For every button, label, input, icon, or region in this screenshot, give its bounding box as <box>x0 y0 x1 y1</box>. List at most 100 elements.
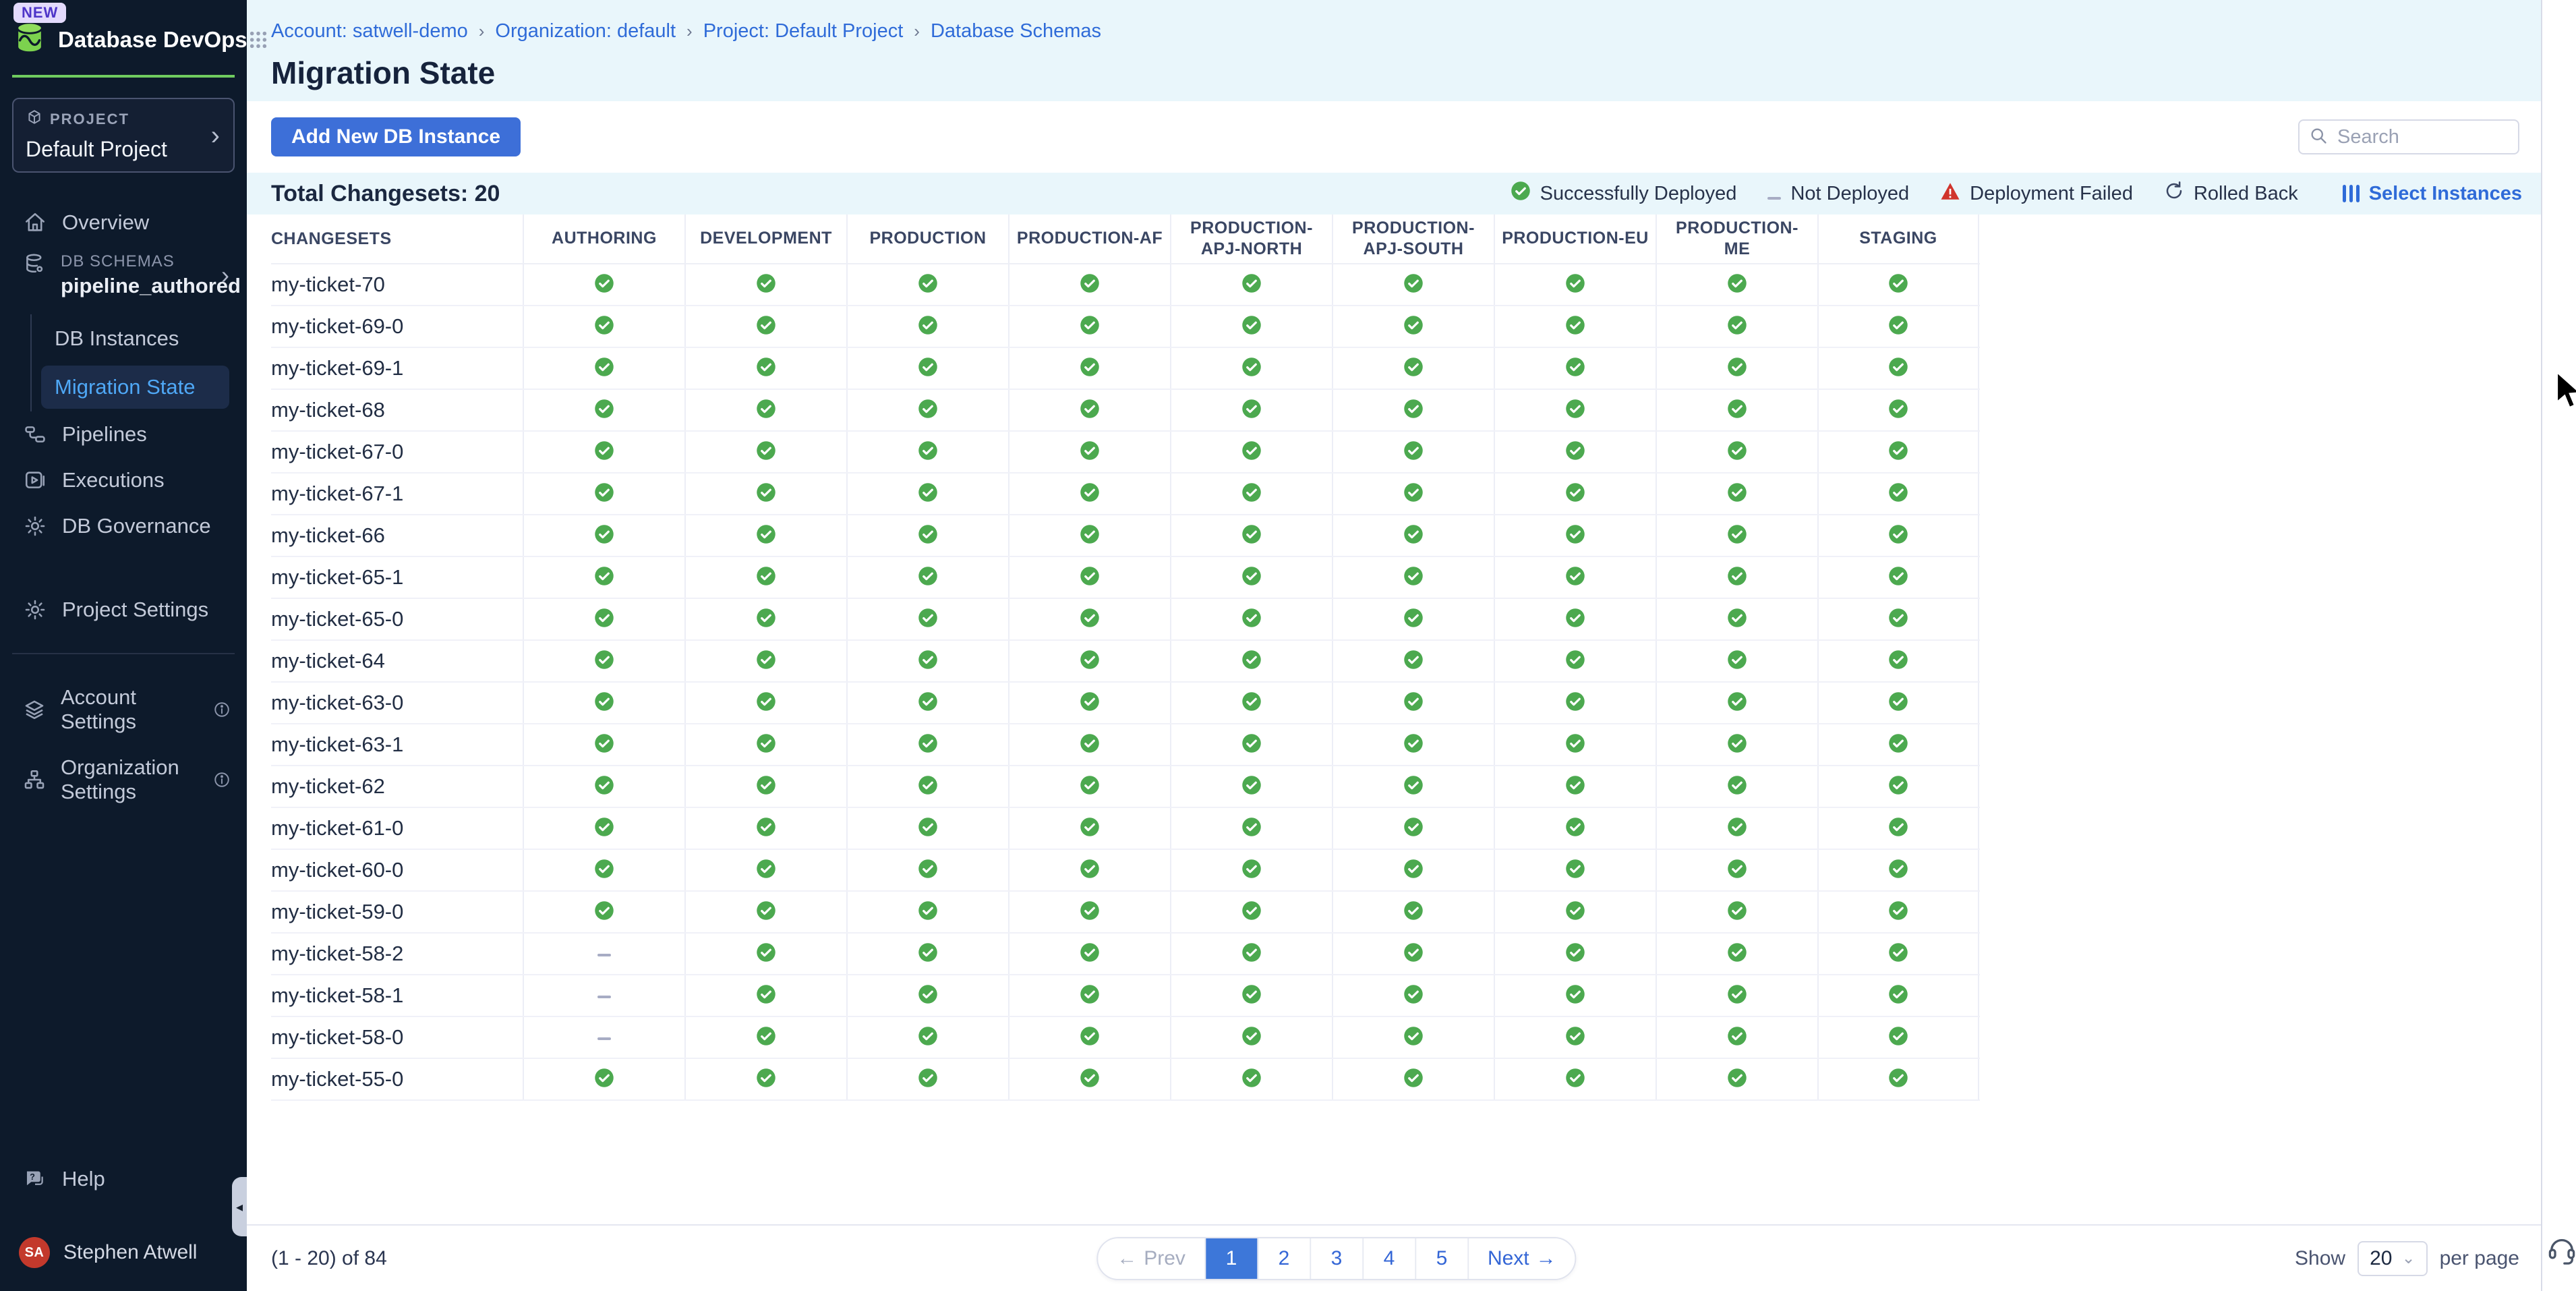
status-cell <box>1170 683 1332 723</box>
sidebar-item-overview[interactable]: Overview <box>0 200 247 246</box>
changeset-name: my-ticket-58-1 <box>271 975 523 1016</box>
deployed-check-icon <box>756 900 776 924</box>
select-instances-button[interactable]: Select Instances <box>2343 183 2522 205</box>
table-row: my-ticket-62 <box>271 766 1980 808</box>
column-header-production-af: PRODUCTION-AF <box>1008 214 1170 263</box>
status-cell <box>1494 1017 1656 1058</box>
status-cell <box>684 892 846 932</box>
status-cell <box>684 1017 846 1058</box>
deployed-check-icon <box>1241 1068 1262 1091</box>
status-cell <box>1332 432 1494 472</box>
page-header: Account: satwell-demo › Organization: de… <box>247 0 2541 101</box>
breadcrumb-account[interactable]: Account: satwell-demo <box>271 20 468 42</box>
deployed-check-icon <box>1727 440 1747 464</box>
search-box[interactable] <box>2298 119 2519 154</box>
status-cell <box>1656 934 1817 974</box>
status-cell <box>1170 934 1332 974</box>
deployed-check-icon <box>918 942 938 966</box>
add-new-db-instance-button[interactable]: Add New DB Instance <box>271 117 521 156</box>
status-cell <box>1008 306 1170 347</box>
status-cell <box>1494 808 1656 849</box>
breadcrumb-organization[interactable]: Organization: default <box>495 20 676 42</box>
sidebar-item-executions[interactable]: Executions <box>0 457 247 503</box>
deployed-check-icon <box>1080 399 1100 422</box>
table-row: my-ticket-66 <box>271 515 1980 557</box>
status-cell <box>1494 892 1656 932</box>
not-deployed-dash-icon <box>597 948 611 960</box>
breadcrumb-project[interactable]: Project: Default Project <box>703 20 904 42</box>
status-cell <box>684 348 846 389</box>
info-icon[interactable] <box>213 701 231 718</box>
status-cell <box>1332 808 1494 849</box>
deployed-check-icon <box>1403 1068 1424 1091</box>
sidebar-item-help[interactable]: ? Help <box>0 1156 247 1202</box>
info-icon[interactable] <box>213 771 231 788</box>
deployed-check-icon <box>1080 733 1100 757</box>
column-header-authoring: AUTHORING <box>523 214 684 263</box>
sidebar-item-migration-state[interactable]: Migration State <box>41 366 229 409</box>
table-footer: (1 - 20) of 84 ← Prev 12345 Next → Show … <box>247 1224 2541 1291</box>
page-size-control: Show 20 ⌄ per page <box>2295 1241 2519 1276</box>
next-page-button[interactable]: Next → <box>1469 1238 1575 1279</box>
deployed-check-icon <box>756 608 776 631</box>
status-cell <box>1494 306 1656 347</box>
deployed-check-icon <box>1888 524 1908 548</box>
status-cell <box>684 390 846 430</box>
breadcrumb-database-schemas[interactable]: Database Schemas <box>931 20 1101 42</box>
changeset-name: my-ticket-62 <box>271 766 523 807</box>
user-menu[interactable]: SA Stephen Atwell <box>0 1226 247 1279</box>
status-cell <box>1656 432 1817 472</box>
status-cell <box>1170 724 1332 765</box>
sidebar-item-project-settings[interactable]: Project Settings <box>0 587 247 633</box>
legend-item-rolled-back: Rolled Back <box>2164 181 2298 206</box>
changeset-name: my-ticket-67-1 <box>271 474 523 514</box>
page-button-3[interactable]: 3 <box>1311 1238 1364 1279</box>
deployed-check-icon <box>756 566 776 590</box>
sidebar-item-pipelines[interactable]: Pipelines <box>0 411 247 457</box>
sidebar-item-account-settings[interactable]: Account Settings <box>0 675 247 745</box>
project-selector[interactable]: PROJECT Default Project › <box>12 98 235 173</box>
sidebar-item-organization-settings[interactable]: Organization Settings <box>0 745 247 815</box>
sidebar-item-db-schemas[interactable]: DB SCHEMAS pipeline_authored › <box>0 246 247 305</box>
deployed-check-icon <box>1888 1068 1908 1091</box>
deployed-check-icon <box>1888 900 1908 924</box>
status-cell <box>846 934 1008 974</box>
status-cell <box>1332 892 1494 932</box>
sidebar-collapse-handle[interactable]: ◂ <box>232 1177 247 1236</box>
apps-grid-icon[interactable] <box>247 29 269 51</box>
deployed-check-icon <box>1241 775 1262 799</box>
status-cell <box>1494 850 1656 890</box>
status-cell <box>684 975 846 1016</box>
changeset-name: my-ticket-69-0 <box>271 306 523 347</box>
deployed-check-icon <box>756 984 776 1008</box>
db-schemas-label: DB SCHEMAS <box>61 252 241 271</box>
table-row: my-ticket-59-0 <box>271 892 1980 934</box>
total-changesets: Total Changesets: 20 <box>271 181 500 207</box>
search-input[interactable] <box>2336 125 2509 149</box>
page-button-2[interactable]: 2 <box>1258 1238 1311 1279</box>
status-cell <box>1170 474 1332 514</box>
changeset-name: my-ticket-67-0 <box>271 432 523 472</box>
table-row: my-ticket-61-0 <box>271 808 1980 850</box>
status-cell <box>1170 808 1332 849</box>
status-cell <box>1817 892 1979 932</box>
deployed-check-icon <box>594 566 614 590</box>
page-button-5[interactable]: 5 <box>1416 1238 1469 1279</box>
prev-page-button[interactable]: ← Prev <box>1098 1238 1206 1279</box>
page-button-4[interactable]: 4 <box>1364 1238 1416 1279</box>
sidebar-item-db-instances[interactable]: DB Instances <box>41 317 229 360</box>
headset-icon[interactable] <box>2546 1234 2576 1268</box>
status-cell <box>1332 1017 1494 1058</box>
sidebar-item-db-governance[interactable]: DB Governance <box>0 503 247 549</box>
page-button-1[interactable]: 1 <box>1206 1238 1258 1279</box>
deployed-check-icon <box>918 900 938 924</box>
status-cell <box>1656 683 1817 723</box>
migration-state-table: CHANGESETSAUTHORINGDEVELOPMENTPRODUCTION… <box>271 214 1980 1101</box>
deployed-check-icon <box>1727 859 1747 882</box>
deployed-check-icon <box>594 524 614 548</box>
status-cell <box>1656 348 1817 389</box>
changeset-name: my-ticket-68 <box>271 390 523 430</box>
deployed-check-icon <box>1565 859 1585 882</box>
page-size-select[interactable]: 20 ⌄ <box>2358 1241 2427 1276</box>
schemas-subnav: DB Instances Migration State <box>30 314 247 411</box>
